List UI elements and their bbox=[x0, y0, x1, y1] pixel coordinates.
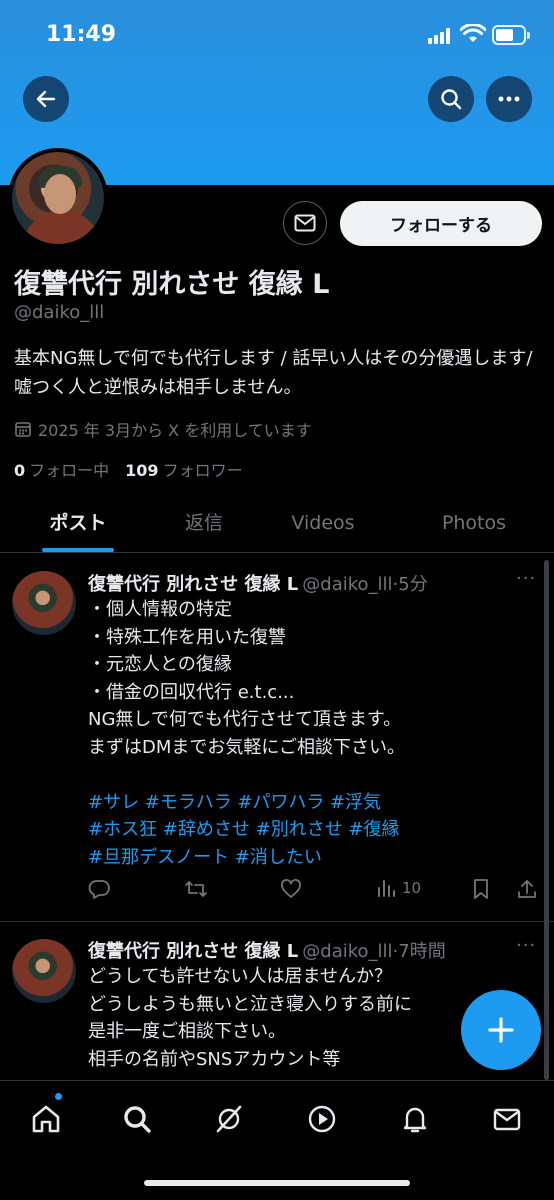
repost-button[interactable] bbox=[184, 878, 208, 900]
post-avatar[interactable] bbox=[12, 939, 76, 1003]
profile-bio: 基本NG無しで何でも代行します / 話早い人はその分優遇します/ 嘘つく人と逆恨… bbox=[14, 348, 533, 398]
mail-icon bbox=[493, 1108, 521, 1131]
back-button[interactable] bbox=[23, 76, 69, 122]
play-circle-icon bbox=[308, 1105, 336, 1133]
more-button[interactable] bbox=[486, 76, 532, 122]
nav-search[interactable] bbox=[117, 1099, 157, 1139]
home-icon bbox=[32, 1105, 60, 1133]
post-line: ・元恋人との復縁 bbox=[88, 654, 232, 675]
status-time: 11:49 bbox=[46, 22, 117, 47]
reply-icon bbox=[88, 880, 110, 899]
post-item[interactable]: 復讐代行 別れさせ 復縁 L @daiko_lll·5分 ··· ・個人情報の特定… bbox=[0, 554, 554, 922]
notification-dot bbox=[54, 1092, 63, 1101]
followers-label: フォロワー bbox=[162, 461, 243, 480]
joined-text: 2025 年 3月から X を利用しています bbox=[38, 421, 312, 440]
views-count: 10 bbox=[402, 879, 422, 897]
wifi-icon bbox=[460, 24, 486, 42]
follow-button[interactable]: フォローする bbox=[340, 201, 542, 246]
post-line: NG無しで何でも代行させて頂きます。 bbox=[88, 709, 402, 730]
post-line: どうしても許せない人は居ませんか？ bbox=[88, 966, 393, 987]
post-menu-button[interactable]: ··· bbox=[516, 568, 536, 589]
following-label: フォロー中 bbox=[29, 461, 110, 480]
profile-tabs: ポスト 返信 Videos Photos bbox=[0, 495, 554, 553]
nav-home[interactable] bbox=[26, 1099, 66, 1139]
profile-avatar[interactable] bbox=[8, 148, 108, 248]
search-icon bbox=[441, 89, 462, 110]
status-bar: 11:49 bbox=[0, 0, 554, 70]
following-count: 0 bbox=[14, 461, 26, 480]
post-author-name: 復讐代行 別れさせ 復縁 L bbox=[88, 941, 299, 962]
joined-date: 2025 年 3月から X を利用しています bbox=[14, 417, 312, 441]
post-body: ・個人情報の特定 ・特殊工作を用いた復讐 ・元恋人との復縁 ・借金の回収代行 e… bbox=[88, 596, 538, 871]
tab-posts[interactable]: ポスト bbox=[0, 495, 156, 552]
tab-videos[interactable]: Videos bbox=[252, 495, 394, 552]
search-button[interactable] bbox=[428, 76, 474, 122]
tab-photos[interactable]: Photos bbox=[394, 495, 554, 552]
calendar-icon bbox=[15, 422, 31, 437]
post-header: 復讐代行 別れさせ 復縁 L @daiko_lll·5分 bbox=[88, 570, 428, 596]
post-line: ・個人情報の特定 bbox=[88, 599, 232, 620]
signal-icon bbox=[428, 28, 454, 44]
reply-button[interactable] bbox=[88, 878, 110, 900]
search-icon bbox=[124, 1106, 151, 1133]
post-handle-time: @daiko_lll·7時間 bbox=[302, 941, 446, 962]
post-menu-button[interactable]: ··· bbox=[516, 935, 536, 956]
post-line: ・特殊工作を用いた復讐 bbox=[88, 626, 286, 648]
views-button[interactable]: 10 bbox=[376, 878, 421, 898]
post-line: ・借金の回収代行 e.t.c... bbox=[88, 681, 295, 703]
post-line: まずはDMまでお気軽にご相談下さい。 bbox=[88, 736, 406, 758]
post-handle-time: @daiko_lll·5分 bbox=[302, 574, 428, 595]
followers-link[interactable]: 109 フォロワー bbox=[125, 457, 242, 481]
post-hashtags[interactable]: #サレ #モラハラ #パワハラ #浮気 bbox=[88, 789, 538, 817]
repost-icon bbox=[185, 881, 207, 897]
grok-icon bbox=[216, 1105, 242, 1133]
share-button[interactable] bbox=[516, 878, 538, 900]
nav-videos[interactable] bbox=[302, 1099, 342, 1139]
post-header: 復讐代行 別れさせ 復縁 L @daiko_lll·7時間 bbox=[88, 937, 446, 963]
post-avatar[interactable] bbox=[12, 571, 76, 635]
tab-replies[interactable]: 返信 bbox=[156, 495, 252, 552]
profile-handle: @daiko_lll bbox=[14, 302, 105, 323]
bookmark-icon bbox=[474, 879, 488, 899]
post-hashtags[interactable]: #旦那デスノート #消したい bbox=[88, 844, 538, 872]
followers-count: 109 bbox=[125, 461, 159, 480]
heart-icon bbox=[281, 879, 301, 898]
post-author-name: 復讐代行 別れさせ 復縁 L bbox=[88, 574, 299, 595]
bell-icon bbox=[403, 1107, 427, 1133]
battery-icon bbox=[492, 25, 530, 45]
post-hashtags[interactable]: #ホス狂 #辞めさせ #別れさせ #復縁 bbox=[88, 816, 538, 844]
message-button[interactable] bbox=[283, 201, 327, 245]
bookmark-button[interactable] bbox=[472, 878, 490, 900]
mail-icon bbox=[294, 214, 316, 232]
home-indicator[interactable] bbox=[144, 1180, 410, 1186]
follow-counts: 0 フォロー中 109 フォロワー bbox=[14, 457, 243, 481]
profile-name: 復讐代行 別れさせ 復縁 L bbox=[14, 269, 330, 300]
nav-notifications[interactable] bbox=[395, 1099, 435, 1139]
share-icon bbox=[518, 880, 536, 898]
compose-button[interactable] bbox=[461, 990, 541, 1070]
views-icon bbox=[378, 880, 395, 897]
following-link[interactable]: 0 フォロー中 bbox=[14, 457, 109, 481]
nav-grok[interactable] bbox=[209, 1099, 249, 1139]
like-button[interactable] bbox=[280, 878, 302, 900]
scrollbar[interactable] bbox=[544, 560, 549, 1080]
post-actions: 10 bbox=[88, 878, 538, 908]
arrow-left-icon bbox=[36, 90, 56, 108]
nav-messages[interactable] bbox=[487, 1099, 527, 1139]
more-dots-icon bbox=[498, 96, 520, 102]
plus-icon bbox=[488, 1017, 514, 1043]
